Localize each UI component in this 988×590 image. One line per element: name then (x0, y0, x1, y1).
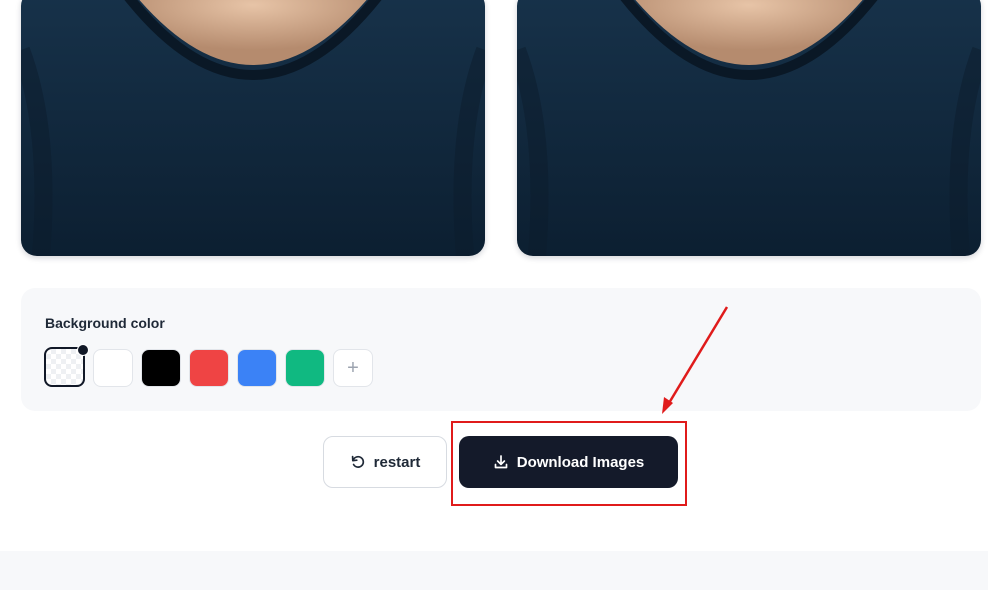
annotation-arrow (662, 306, 729, 414)
footer-band (0, 551, 988, 590)
